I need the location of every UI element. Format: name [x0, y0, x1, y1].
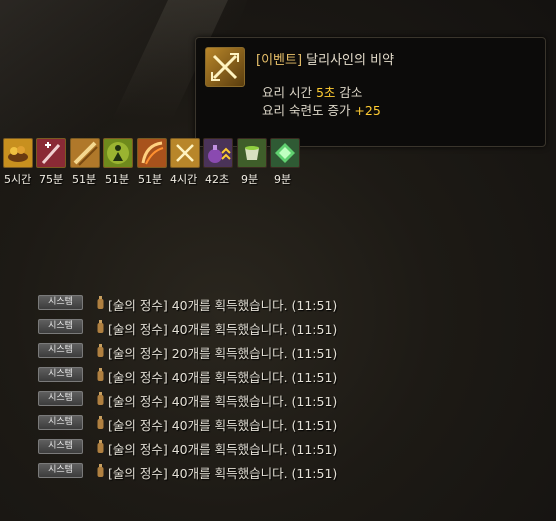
system-tag[interactable]: 시스템: [38, 319, 83, 334]
bottle-icon: [97, 320, 104, 333]
item-tooltip: [이벤트] 달리사인의 비약 요리 시간 5초 감소 요리 숙련도 증가 +25: [195, 37, 546, 147]
bottle-icon: [97, 440, 104, 453]
system-tag[interactable]: 시스템: [38, 415, 83, 430]
chat-row: 시스템 [술의 정수] 40개를 획득했습니다. (11:51): [38, 462, 378, 481]
potion-purple-icon[interactable]: [203, 138, 233, 168]
buff-timer: 9분: [274, 173, 292, 186]
buff-timer: 42초: [205, 173, 230, 186]
buff-timer: 51분: [105, 173, 130, 186]
tooltip-effect-2: 요리 숙련도 증가 +25: [262, 100, 381, 119]
crossed-pickaxe-icon: [205, 47, 245, 87]
sword-heal-icon[interactable]: [36, 138, 66, 168]
system-tag[interactable]: 시스템: [38, 295, 83, 310]
bottle-icon: [97, 416, 104, 429]
buff-timer: 9분: [241, 173, 259, 186]
food-bowl-icon[interactable]: [3, 138, 33, 168]
crossed-pickaxe-icon[interactable]: [170, 138, 200, 168]
chat-row: 시스템 [술의 정수] 40개를 획득했습니다. (11:51): [38, 294, 378, 313]
system-tag[interactable]: 시스템: [38, 391, 83, 406]
tooltip-title-name: 달리사인의 비약: [306, 53, 395, 68]
chat-message: [술의 정수] 20개를 획득했습니다. (11:51): [108, 346, 338, 361]
effect-value: +25: [354, 103, 381, 118]
chat-message: [술의 정수] 40개를 획득했습니다. (11:51): [108, 418, 338, 433]
system-tag[interactable]: 시스템: [38, 439, 83, 454]
effect-label: 요리 시간: [262, 85, 316, 100]
bottle-icon: [97, 296, 104, 309]
chat-message: [술의 정수] 40개를 획득했습니다. (11:51): [108, 442, 338, 457]
chat-message: [술의 정수] 40개를 획득했습니다. (11:51): [108, 394, 338, 409]
figure-aura-icon[interactable]: [103, 138, 133, 168]
effect-suffix: 감소: [335, 85, 363, 100]
system-tag[interactable]: 시스템: [38, 463, 83, 478]
buff-timer: 51분: [138, 173, 163, 186]
buff-timer: 4시간: [170, 173, 198, 186]
bottle-icon: [97, 368, 104, 381]
bottle-icon: [97, 464, 104, 477]
effect-value: 5초: [315, 85, 336, 100]
buff-timer: 75분: [39, 173, 64, 186]
bottle-icon: [97, 392, 104, 405]
slash-icon[interactable]: [137, 138, 167, 168]
buff-timer: 51분: [72, 173, 97, 186]
effect-label: 요리 숙련도 증가: [262, 103, 355, 118]
tooltip-effect-1: 요리 시간 5초 감소: [262, 82, 362, 101]
chat-row: 시스템 [술의 정수] 40개를 획득했습니다. (11:51): [38, 318, 378, 337]
chat-row: 시스템 [술의 정수] 20개를 획득했습니다. (11:51): [38, 342, 378, 361]
chat-row: 시스템 [술의 정수] 40개를 획득했습니다. (11:51): [38, 390, 378, 409]
cup-green-icon[interactable]: [237, 138, 267, 168]
tooltip-title: [이벤트] 달리사인의 비약: [256, 49, 394, 68]
chat-message: [술의 정수] 40개를 획득했습니다. (11:51): [108, 466, 338, 481]
tooltip-title-tag: [이벤트]: [256, 53, 303, 68]
brush-icon[interactable]: [70, 138, 100, 168]
chat-message: [술의 정수] 40개를 획득했습니다. (11:51): [108, 298, 338, 313]
bottle-icon: [97, 344, 104, 357]
gem-green-icon[interactable]: [270, 138, 300, 168]
buff-timer: 5시간: [4, 173, 32, 186]
system-tag[interactable]: 시스템: [38, 343, 83, 358]
chat-row: 시스템 [술의 정수] 40개를 획득했습니다. (11:51): [38, 414, 378, 433]
chat-message: [술의 정수] 40개를 획득했습니다. (11:51): [108, 370, 338, 385]
chat-row: 시스템 [술의 정수] 40개를 획득했습니다. (11:51): [38, 366, 378, 385]
system-tag[interactable]: 시스템: [38, 367, 83, 382]
chat-message: [술의 정수] 40개를 획득했습니다. (11:51): [108, 322, 338, 337]
chat-row: 시스템 [술의 정수] 40개를 획득했습니다. (11:51): [38, 438, 378, 457]
